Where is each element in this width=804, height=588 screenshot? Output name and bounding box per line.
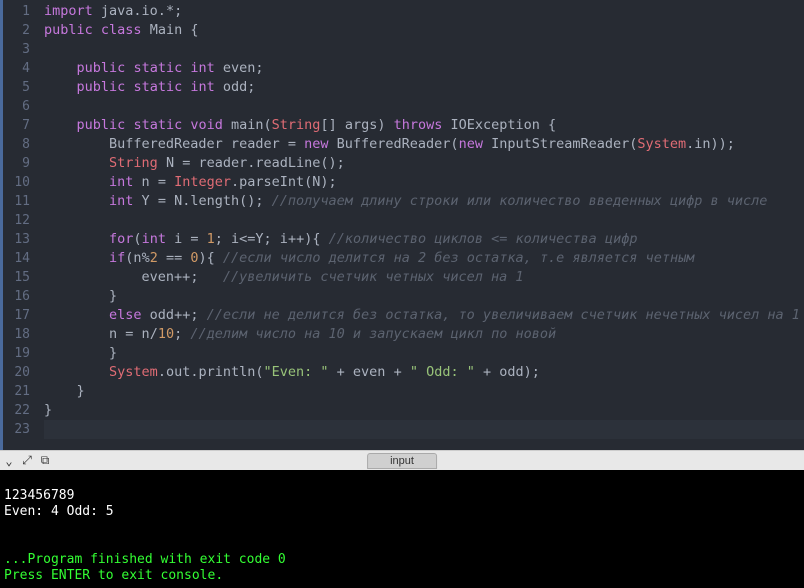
line-number: 5 [3, 78, 30, 97]
line-number: 13 [3, 230, 30, 249]
line-number: 17 [3, 306, 30, 325]
console-line: 123456789 [4, 488, 74, 503]
line-number: 8 [3, 135, 30, 154]
console-output[interactable]: 123456789 Even: 4 Odd: 5 ...Program fini… [0, 470, 804, 588]
code-line[interactable]: n = n/10; //делим число на 10 и запускае… [44, 325, 804, 344]
code-line[interactable]: even++; //увеличить счетчик четных чисел… [44, 268, 804, 287]
code-line[interactable]: String N = reader.readLine(); [44, 154, 804, 173]
line-number: 10 [3, 173, 30, 192]
code-line[interactable]: BufferedReader reader = new BufferedRead… [44, 135, 804, 154]
line-number: 16 [3, 287, 30, 306]
code-line[interactable] [44, 40, 804, 59]
line-number: 3 [3, 40, 30, 59]
code-line[interactable]: public static int even; [44, 59, 804, 78]
code-line[interactable]: } [44, 401, 804, 420]
line-number: 7 [3, 116, 30, 135]
expand-icon[interactable]: ⤢ [18, 453, 36, 468]
code-line[interactable]: System.out.println("Even: " + even + " O… [44, 363, 804, 382]
line-number-gutter: 1 2 3 4 5 6 7 8 9 10 11 12 13 14 15 16 1… [0, 0, 38, 450]
line-number: 2 [3, 21, 30, 40]
line-number: 22 [3, 401, 30, 420]
console-status: ...Program finished with exit code 0 [4, 552, 286, 567]
line-number: 14 [3, 249, 30, 268]
code-line[interactable] [44, 420, 804, 439]
undo-icon[interactable]: ⌄ [0, 454, 18, 468]
tab-input[interactable]: input [367, 453, 437, 469]
code-line[interactable] [44, 97, 804, 116]
code-line[interactable]: else odd++; //если не делится без остатк… [44, 306, 804, 325]
line-number: 19 [3, 344, 30, 363]
line-number: 21 [3, 382, 30, 401]
line-number: 23 [3, 420, 30, 439]
code-line[interactable]: } [44, 382, 804, 401]
copy-icon[interactable]: ⧉ [36, 453, 54, 468]
console-line: Even: 4 Odd: 5 [4, 504, 114, 519]
code-line[interactable] [44, 211, 804, 230]
code-line[interactable]: int n = Integer.parseInt(N); [44, 173, 804, 192]
line-number: 20 [3, 363, 30, 382]
code-line[interactable]: import java.io.*; [44, 2, 804, 21]
line-number: 4 [3, 59, 30, 78]
code-line[interactable]: public class Main { [44, 21, 804, 40]
code-line[interactable]: int Y = N.length(); //получаем длину стр… [44, 192, 804, 211]
line-number: 18 [3, 325, 30, 344]
line-number: 6 [3, 97, 30, 116]
console-toolbar: ⌄ ⤢ ⧉ input [0, 450, 804, 470]
line-number: 12 [3, 211, 30, 230]
code-line[interactable]: } [44, 287, 804, 306]
code-editor[interactable]: 1 2 3 4 5 6 7 8 9 10 11 12 13 14 15 16 1… [0, 0, 804, 450]
line-number: 1 [3, 2, 30, 21]
code-line[interactable]: public static void main(String[] args) t… [44, 116, 804, 135]
line-number: 11 [3, 192, 30, 211]
code-line[interactable]: public static int odd; [44, 78, 804, 97]
code-line[interactable]: for(int i = 1; i<=Y; i++){ //количество … [44, 230, 804, 249]
code-line[interactable]: } [44, 344, 804, 363]
console-status: Press ENTER to exit console. [4, 568, 223, 583]
code-content[interactable]: import java.io.*;public class Main { pub… [38, 0, 804, 450]
line-number: 15 [3, 268, 30, 287]
code-line[interactable]: if(n%2 == 0){ //если число делится на 2 … [44, 249, 804, 268]
line-number: 9 [3, 154, 30, 173]
